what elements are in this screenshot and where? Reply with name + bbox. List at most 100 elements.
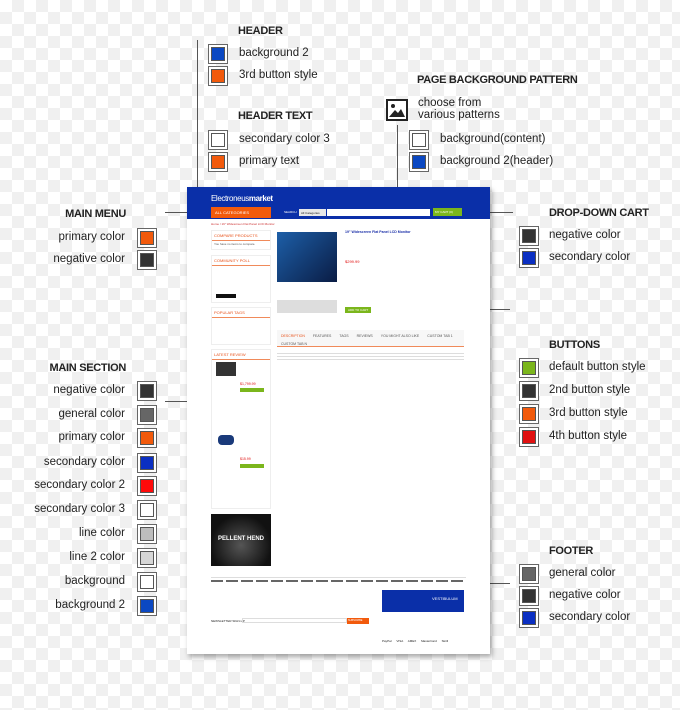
color-swatch[interactable] bbox=[137, 428, 157, 448]
dropdown_cart-title: DROP-DOWN CART bbox=[549, 207, 649, 219]
payment-logo: MasterCard bbox=[421, 639, 437, 643]
swatch-label: 4th button style bbox=[549, 430, 627, 442]
color-swatch[interactable] bbox=[519, 248, 539, 268]
newsletter-label: NEWSLETTER SIGN-UP bbox=[211, 619, 245, 623]
latest-review-box: LATEST REVIEW $1,799.99 $15.99 bbox=[211, 349, 271, 509]
main_section-title: MAIN SECTION bbox=[49, 362, 127, 374]
product-title: 19" Widescreen Flat Panel LCD Monitor bbox=[345, 230, 411, 234]
breadcrumb: Home / 19" Widescreen Flat Panel LCD Mon… bbox=[211, 222, 275, 226]
color-swatch[interactable] bbox=[137, 476, 157, 496]
swatch-label: 3rd button style bbox=[549, 407, 628, 419]
swatch-label: secondary color bbox=[549, 611, 631, 623]
swatch-label: primary text bbox=[239, 155, 300, 167]
pattern-note: choose from bbox=[418, 97, 482, 109]
color-swatch[interactable] bbox=[519, 226, 539, 246]
color-swatch[interactable] bbox=[137, 453, 157, 473]
page-background-title: PAGE BACKGROUND PATTERN bbox=[417, 74, 578, 86]
buttons-title: BUTTONS bbox=[549, 339, 600, 351]
color-swatch[interactable] bbox=[137, 596, 157, 616]
color-swatch[interactable] bbox=[519, 381, 539, 401]
color-swatch[interactable] bbox=[409, 130, 429, 150]
swatch-label: negative color bbox=[549, 589, 621, 601]
header_text-title: HEADER TEXT bbox=[238, 110, 313, 122]
payment-logo: PayPal bbox=[382, 639, 392, 643]
color-swatch[interactable] bbox=[137, 548, 157, 568]
all-categories-menu[interactable]: ALL CATEGORIES bbox=[211, 207, 271, 218]
product-tab[interactable]: REVIEWS bbox=[357, 334, 373, 338]
category-select[interactable]: All Categories bbox=[299, 209, 326, 216]
compare-products-box: COMPARE PRODUCTS You have no items to com… bbox=[211, 230, 271, 250]
product-tab[interactable]: FEATURES bbox=[313, 334, 331, 338]
product-price: $299.99 bbox=[345, 259, 360, 264]
payment-logos: PayPal VISA AMEX MasterCard Skrill bbox=[382, 639, 448, 643]
color-swatch[interactable] bbox=[208, 152, 228, 172]
popular-tags-box: POPULAR TAGS bbox=[211, 307, 271, 345]
swatch-label: line 2 color bbox=[69, 551, 125, 563]
footer-banner[interactable]: VESTIBULUM bbox=[382, 590, 464, 612]
header-title: HEADER bbox=[238, 25, 283, 37]
product-thumbnails[interactable] bbox=[277, 300, 337, 313]
swatch-label: 3rd button style bbox=[239, 69, 318, 81]
product-tab[interactable]: CUSTOM TAB 1 bbox=[427, 334, 452, 338]
image-icon bbox=[386, 99, 408, 121]
description-text bbox=[277, 352, 464, 362]
color-swatch[interactable] bbox=[137, 381, 157, 401]
color-swatch[interactable] bbox=[519, 564, 539, 584]
payment-logo: AMEX bbox=[407, 639, 417, 643]
color-swatch[interactable] bbox=[519, 608, 539, 628]
color-swatch[interactable] bbox=[208, 44, 228, 64]
color-swatch[interactable] bbox=[137, 500, 157, 520]
product-tab[interactable]: TAGS bbox=[339, 334, 348, 338]
swatch-label: secondary color bbox=[549, 251, 631, 263]
color-swatch[interactable] bbox=[208, 66, 228, 86]
color-swatch[interactable] bbox=[137, 250, 157, 270]
color-swatch[interactable] bbox=[519, 427, 539, 447]
promo-banner[interactable]: PELLENT HEND bbox=[211, 514, 271, 566]
swatch-label: negative color bbox=[549, 229, 621, 241]
swatch-label: 2nd button style bbox=[549, 384, 631, 396]
cart-button[interactable]: MY CART (0) bbox=[433, 208, 462, 216]
swatch-label: primary color bbox=[58, 431, 125, 443]
swatch-label: line color bbox=[78, 527, 125, 539]
swatch-label: secondary color bbox=[43, 456, 125, 468]
mockup-logo: Electroneusmarket bbox=[211, 194, 273, 203]
swatch-label: negative color bbox=[53, 253, 125, 265]
swatch-label: background(content) bbox=[440, 133, 546, 145]
swatch-label: negative color bbox=[53, 384, 125, 396]
product-tab[interactable]: CUSTOM TAB N bbox=[281, 342, 307, 346]
payment-logo: Skrill bbox=[441, 639, 449, 643]
swatch-label: background 2 bbox=[239, 47, 309, 59]
payment-logo: VISA bbox=[396, 639, 404, 643]
swatch-label: primary color bbox=[58, 231, 125, 243]
product-tab[interactable]: DESCRIPTION bbox=[281, 334, 305, 338]
color-swatch[interactable] bbox=[137, 524, 157, 544]
color-swatch[interactable] bbox=[409, 152, 429, 172]
search-label: SEARCH bbox=[284, 210, 297, 214]
product-image[interactable] bbox=[277, 232, 337, 282]
pattern-note: various patterns bbox=[418, 109, 500, 121]
color-swatch[interactable] bbox=[137, 572, 157, 592]
main_menu-title: MAIN MENU bbox=[65, 208, 126, 220]
swatch-label: default button style bbox=[549, 361, 646, 373]
swatch-label: secondary color 3 bbox=[239, 133, 330, 145]
swatch-label: secondary color 3 bbox=[34, 503, 125, 515]
color-swatch[interactable] bbox=[519, 586, 539, 606]
product-tab[interactable]: YOU MIGHT ALSO LIKE bbox=[381, 334, 419, 338]
footer-title: FOOTER bbox=[549, 545, 594, 557]
color-swatch[interactable] bbox=[519, 404, 539, 424]
color-swatch[interactable] bbox=[519, 358, 539, 378]
product-tabs: DESCRIPTION FEATURES TAGS REVIEWS YOU MIGHT … bbox=[277, 330, 464, 347]
search-input[interactable] bbox=[327, 209, 430, 216]
add-to-cart-button[interactable]: ADD TO CART bbox=[345, 307, 372, 313]
subscribe-button[interactable]: SUBSCRIBE bbox=[347, 618, 369, 624]
color-swatch[interactable] bbox=[208, 130, 228, 150]
mockup-header: Electroneusmarket ALL CATEGORIES SEARCH … bbox=[187, 187, 490, 219]
swatch-label: background bbox=[64, 575, 125, 587]
footer-links[interactable] bbox=[211, 580, 466, 582]
swatch-label: general color bbox=[58, 408, 125, 420]
color-swatch[interactable] bbox=[137, 228, 157, 248]
newsletter-input[interactable] bbox=[242, 618, 347, 623]
color-swatch[interactable] bbox=[137, 405, 157, 425]
swatch-label: general color bbox=[549, 567, 616, 579]
community-poll-box: COMMUNITY POLL bbox=[211, 255, 271, 303]
